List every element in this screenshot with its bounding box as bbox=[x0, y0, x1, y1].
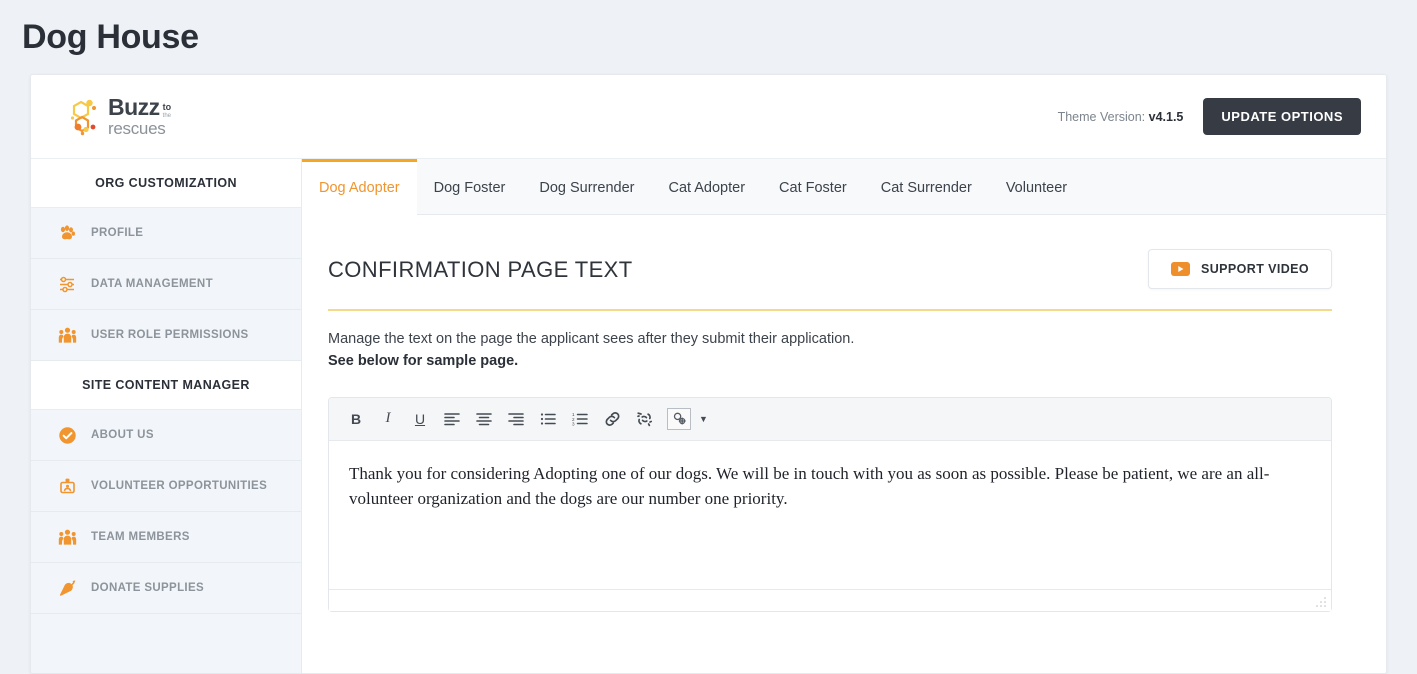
honeycomb-logo-icon bbox=[69, 98, 103, 136]
rich-text-editor: B I U bbox=[328, 397, 1332, 612]
remove-link-icon[interactable] bbox=[629, 405, 659, 433]
tab-dog-surrender[interactable]: Dog Surrender bbox=[522, 159, 651, 214]
theme-version: Theme Version: v4.1.5 bbox=[1058, 110, 1184, 124]
align-left-icon[interactable] bbox=[437, 405, 467, 433]
numbered-list-icon[interactable]: 1 2 3 bbox=[565, 405, 595, 433]
tab-cat-adopter[interactable]: Cat Adopter bbox=[651, 159, 762, 214]
logo-wordmark-bottom: rescues bbox=[108, 120, 171, 137]
underline-icon[interactable]: U bbox=[405, 405, 435, 433]
sidebar-item-label: PROFILE bbox=[91, 227, 143, 239]
description-line-1: Manage the text on the page the applican… bbox=[328, 328, 1332, 350]
svg-text:3: 3 bbox=[572, 421, 575, 426]
tab-dog-foster[interactable]: Dog Foster bbox=[417, 159, 523, 214]
source-tools-icon[interactable] bbox=[667, 408, 691, 430]
users-group-icon bbox=[57, 325, 77, 345]
form-type-tabs: Dog Adopter Dog Foster Dog Surrender Cat… bbox=[302, 159, 1386, 215]
support-video-button[interactable]: SUPPORT VIDEO bbox=[1148, 249, 1332, 289]
id-badge-icon bbox=[57, 476, 77, 496]
editor-content[interactable]: Thank you for considering Adopting one o… bbox=[329, 441, 1331, 589]
sidebar-item-volunteer-opportunities[interactable]: VOLUNTEER OPPORTUNITIES bbox=[31, 461, 301, 512]
resize-handle-icon[interactable] bbox=[1315, 596, 1327, 608]
tab-cat-surrender[interactable]: Cat Surrender bbox=[864, 159, 989, 214]
check-circle-icon bbox=[57, 425, 77, 445]
chevron-down-icon[interactable]: ▼ bbox=[693, 414, 714, 424]
sidebar-section-header-site-content: SITE CONTENT MANAGER bbox=[31, 361, 301, 410]
theme-version-label: Theme Version: bbox=[1058, 110, 1146, 124]
sidebar-item-about-us[interactable]: ABOUT US bbox=[31, 410, 301, 461]
logo-word-to: to bbox=[163, 103, 172, 112]
update-options-button[interactable]: UPDATE OPTIONS bbox=[1203, 98, 1361, 135]
carrot-icon bbox=[57, 578, 77, 598]
users-group-icon bbox=[57, 527, 77, 547]
section-title: CONFIRMATION PAGE TEXT bbox=[328, 249, 633, 283]
sidebar-item-label: VOLUNTEER OPPORTUNITIES bbox=[91, 480, 267, 492]
insert-link-icon[interactable] bbox=[597, 405, 627, 433]
section-description: Manage the text on the page the applican… bbox=[328, 311, 1332, 373]
paw-icon bbox=[57, 223, 77, 243]
sidebar-item-data-management[interactable]: DATA MANAGEMENT bbox=[31, 259, 301, 310]
editor-toolbar: B I U bbox=[329, 398, 1331, 441]
logo-wordmark: Buzz bbox=[108, 96, 160, 119]
app-header: Buzz to the rescues Theme Version: v4.1.… bbox=[31, 75, 1386, 159]
bullet-list-icon[interactable] bbox=[533, 405, 563, 433]
editor-status-bar bbox=[329, 589, 1331, 611]
sidebar-item-label: USER ROLE PERMISSIONS bbox=[91, 329, 249, 341]
sidebar-section-header-org: ORG CUSTOMIZATION bbox=[31, 159, 301, 208]
page-title: Dog House bbox=[0, 0, 1417, 57]
tab-volunteer[interactable]: Volunteer bbox=[989, 159, 1084, 214]
sidebar-item-label: DATA MANAGEMENT bbox=[91, 278, 213, 290]
brand-logo: Buzz to the rescues bbox=[69, 96, 171, 137]
sidebar: ORG CUSTOMIZATION PROFILE bbox=[31, 159, 302, 674]
sidebar-item-label: ABOUT US bbox=[91, 429, 154, 441]
italic-icon[interactable]: I bbox=[373, 405, 403, 433]
sidebar-item-profile[interactable]: PROFILE bbox=[31, 208, 301, 259]
sliders-icon bbox=[57, 274, 77, 294]
tab-cat-foster[interactable]: Cat Foster bbox=[762, 159, 864, 214]
main-panel: Dog Adopter Dog Foster Dog Surrender Cat… bbox=[302, 159, 1386, 674]
sidebar-item-user-role-permissions[interactable]: USER ROLE PERMISSIONS bbox=[31, 310, 301, 361]
theme-version-value: v4.1.5 bbox=[1149, 110, 1184, 124]
sidebar-item-label: DONATE SUPPLIES bbox=[91, 582, 204, 594]
main-card: Buzz to the rescues Theme Version: v4.1.… bbox=[30, 74, 1387, 674]
tab-dog-adopter[interactable]: Dog Adopter bbox=[302, 159, 417, 215]
sidebar-item-team-members[interactable]: TEAM MEMBERS bbox=[31, 512, 301, 563]
align-right-icon[interactable] bbox=[501, 405, 531, 433]
content-area: CONFIRMATION PAGE TEXT SUPPORT VIDEO bbox=[302, 215, 1386, 674]
play-video-icon bbox=[1171, 262, 1190, 276]
bold-icon[interactable]: B bbox=[341, 405, 371, 433]
sidebar-item-donate-supplies[interactable]: DONATE SUPPLIES bbox=[31, 563, 301, 614]
support-video-label: SUPPORT VIDEO bbox=[1201, 262, 1309, 276]
description-line-2: See below for sample page. bbox=[328, 353, 518, 369]
align-center-icon[interactable] bbox=[469, 405, 499, 433]
sidebar-item-label: TEAM MEMBERS bbox=[91, 531, 190, 543]
